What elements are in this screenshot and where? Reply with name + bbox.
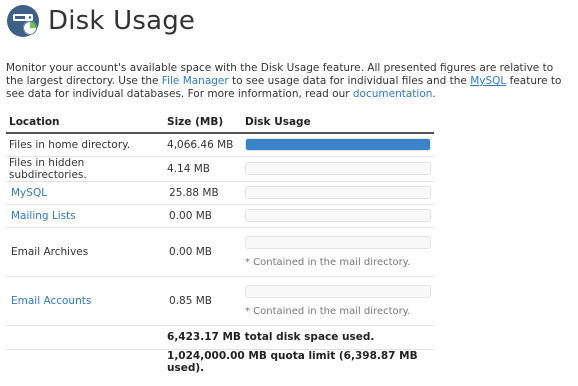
quota-limit: 1,024,000.00 MB quota limit (6,398.87 MB… xyxy=(164,348,434,374)
row-size: 0.00 MB xyxy=(164,226,242,276)
table-header-row: Location Size (MB) Disk Usage xyxy=(6,112,434,134)
table-row: Mailing Lists 0.00 MB xyxy=(6,203,434,227)
disk-usage-icon xyxy=(6,4,40,38)
usage-note: * Contained in the mail directory. xyxy=(244,256,411,268)
intro-part-2: to see usage data for individual files a… xyxy=(228,75,471,87)
header-size: Size (MB) xyxy=(164,112,242,134)
row-usage: * Contained in the mail directory. xyxy=(241,226,434,276)
email-accounts-link[interactable]: Email Accounts xyxy=(11,295,91,307)
row-location-cell: MySQL xyxy=(6,180,165,204)
intro-part-4: . xyxy=(432,88,436,100)
table-row: MySQL 25.88 MB xyxy=(6,180,434,204)
row-size: 4,066.46 MB xyxy=(167,138,234,151)
total-spacer xyxy=(6,324,165,349)
table-row: Email Accounts 0.85 MB * Contained in th… xyxy=(6,275,434,325)
row-location-cell: Mailing Lists xyxy=(6,203,165,227)
table-row: Email Archives 0.00 MB * Contained in th… xyxy=(6,226,434,276)
usage-bar-fill xyxy=(245,139,430,151)
row-usage xyxy=(241,203,434,227)
row-usage xyxy=(242,133,434,156)
mysql-location-link[interactable]: MySQL xyxy=(11,187,47,199)
row-usage xyxy=(241,180,434,204)
mailing-lists-link[interactable]: Mailing Lists xyxy=(11,210,76,222)
row-size: 0.85 MB xyxy=(164,275,242,325)
row-size: 0.00 MB xyxy=(164,203,242,227)
disk-usage-table: Location Size (MB) Disk Usage Files in h… xyxy=(6,112,434,374)
quota-row: 1,024,000.00 MB quota limit (6,398.87 MB… xyxy=(6,348,434,374)
usage-bar xyxy=(244,162,431,175)
row-size: 4.14 MB xyxy=(164,155,242,181)
mysql-link[interactable]: MySQL xyxy=(470,75,506,87)
table-row: Files in hidden subdirectories. 4.14 MB xyxy=(6,155,434,181)
row-usage: * Contained in the mail directory. xyxy=(241,275,434,325)
row-usage xyxy=(241,155,434,181)
usage-bar xyxy=(244,209,431,222)
usage-bar xyxy=(244,235,431,249)
row-size: 25.88 MB xyxy=(164,180,242,204)
usage-bar xyxy=(244,186,431,199)
row-location-cell: Email Accounts xyxy=(6,275,165,325)
file-manager-link[interactable]: File Manager xyxy=(162,75,229,87)
intro-text: Monitor your account's available space w… xyxy=(6,62,572,101)
total-row: 6,423.17 MB total disk space used. xyxy=(6,324,434,349)
row-location: Files in home directory. xyxy=(9,138,131,151)
documentation-link[interactable]: documentation xyxy=(353,88,433,100)
header-location: Location xyxy=(6,112,165,134)
usage-note: * Contained in the mail directory. xyxy=(244,305,411,317)
header-disk-usage: Disk Usage xyxy=(241,112,434,134)
page-title: Disk Usage xyxy=(48,6,196,36)
row-location: Files in hidden subdirectories. xyxy=(6,155,165,181)
quota-spacer xyxy=(6,348,165,374)
row-location: Email Archives xyxy=(6,226,165,276)
table-row: Files in home directory. 4,066.46 MB xyxy=(6,133,434,156)
page-header: Disk Usage xyxy=(6,2,195,40)
usage-bar xyxy=(244,138,431,152)
usage-bar xyxy=(244,284,431,298)
total-disk-used: 6,423.17 MB total disk space used. xyxy=(164,324,434,349)
